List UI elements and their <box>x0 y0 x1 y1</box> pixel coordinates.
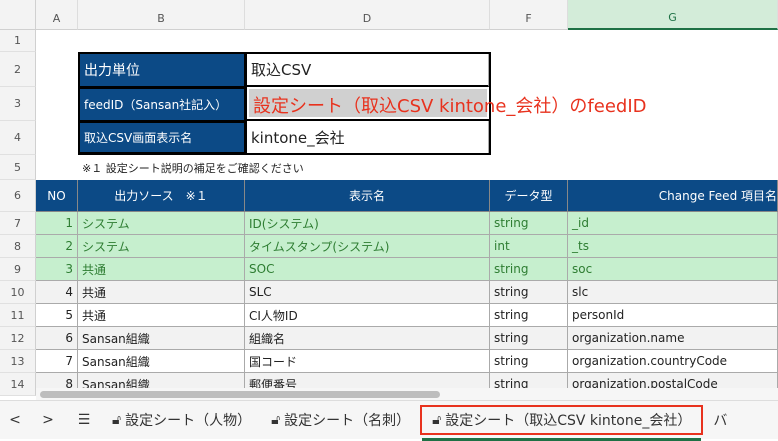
lock-icon: 🔓︎ <box>432 412 442 428</box>
table-cell-display-name[interactable]: ID(システム) <box>245 212 490 235</box>
table-cell-no[interactable]: 5 <box>36 304 78 327</box>
table-cell-data-type[interactable]: string <box>490 212 568 235</box>
column-header-b[interactable]: B <box>78 0 245 30</box>
column-header-g[interactable]: G <box>568 0 778 30</box>
row-header[interactable]: 7 <box>0 212 36 235</box>
table-cell-change-feed[interactable]: organization.name <box>568 327 778 350</box>
table-cell-data-type[interactable]: int <box>490 235 568 258</box>
table-cell-no[interactable]: 3 <box>36 258 78 281</box>
horizontal-scrollbar-thumb[interactable] <box>40 391 440 398</box>
table-cell-change-feed[interactable]: soc <box>568 258 778 281</box>
lock-icon: 🔓︎ <box>271 412 281 428</box>
table-cell-source[interactable]: 共通 <box>78 281 245 304</box>
table-cell-source[interactable]: 共通 <box>78 258 245 281</box>
note-text: ※１ 設定シート説明の補足をご確認ください <box>82 162 304 175</box>
table-cell-change-feed[interactable]: slc <box>568 281 778 304</box>
table-cell-no[interactable]: 6 <box>36 327 78 350</box>
table-cell-data-type[interactable]: string <box>490 258 568 281</box>
info-label-feedid: feedID（Sansan社記入） <box>80 87 245 121</box>
table-header-no: NO <box>36 180 78 212</box>
table-cell-display-name[interactable]: タイムスタンプ(システム) <box>245 235 490 258</box>
row-header[interactable]: 13 <box>0 350 36 373</box>
info-value-feedid-cell[interactable]: 設定シート（取込CSV kintone_会社）のfeedID <box>245 87 647 121</box>
table-cell-data-type[interactable]: string <box>490 327 568 350</box>
row-header[interactable]: 4 <box>0 121 36 155</box>
table-cell-display-name[interactable]: 組織名 <box>245 327 490 350</box>
table-cell-source[interactable]: システム <box>78 212 245 235</box>
sheet-tab-label: バ <box>713 413 728 429</box>
table-cell-data-type[interactable]: string <box>490 304 568 327</box>
table-cell-display-name[interactable]: SOC <box>245 258 490 281</box>
sheet-tab-import-csv-kintone-company[interactable]: 🔓︎ 設定シート（取込CSV kintone_会社） <box>420 405 704 441</box>
row-header[interactable]: 5 <box>0 155 36 180</box>
prev-sheet-button[interactable]: < <box>0 412 30 428</box>
row-header[interactable]: 6 <box>0 180 36 212</box>
column-header-a[interactable]: A <box>36 0 78 30</box>
table-cell-source[interactable]: Sansan組織 <box>78 327 245 350</box>
column-header-f[interactable]: F <box>490 0 568 30</box>
table-header-display-name: 表示名 <box>245 180 490 212</box>
column-header-d[interactable]: D <box>245 0 490 30</box>
horizontal-scrollbar-track[interactable] <box>36 388 778 400</box>
table-cell-change-feed[interactable]: _id <box>568 212 778 235</box>
sheet-tab-person[interactable]: 🔓︎ 設定シート（人物） <box>102 405 261 435</box>
row-header[interactable]: 2 <box>0 52 36 87</box>
table-cell-display-name[interactable]: CI人物ID <box>245 304 490 327</box>
table-cell-data-type[interactable]: string <box>490 350 568 373</box>
sheet-tab-label: 設定シート（人物） <box>125 413 252 429</box>
row-header[interactable]: 1 <box>0 30 36 52</box>
row-header[interactable]: 11 <box>0 304 36 327</box>
row-header[interactable]: 3 <box>0 87 36 121</box>
table-header-change-feed: Change Feed 項目名 <box>568 180 778 212</box>
info-label-display-name: 取込CSV画面表示名 <box>80 121 245 153</box>
info-value-output-unit[interactable]: 取込CSV <box>245 54 489 87</box>
row-header[interactable]: 8 <box>0 235 36 258</box>
table-cell-change-feed[interactable]: personId <box>568 304 778 327</box>
table-cell-no[interactable]: 4 <box>36 281 78 304</box>
table-cell-change-feed[interactable]: organization.countryCode <box>568 350 778 373</box>
table-cell-no[interactable]: 2 <box>36 235 78 258</box>
row-header[interactable]: 10 <box>0 281 36 304</box>
table-cell-source[interactable]: システム <box>78 235 245 258</box>
table-cell-source[interactable]: 共通 <box>78 304 245 327</box>
sheet-tab-label: 設定シート（取込CSV kintone_会社） <box>445 413 692 429</box>
row-header[interactable]: 9 <box>0 258 36 281</box>
sheet-tab-card[interactable]: 🔓︎ 設定シート（名刺） <box>261 405 420 435</box>
select-all-corner[interactable] <box>0 0 36 30</box>
row-header[interactable]: 12 <box>0 327 36 350</box>
sheet-tab-next[interactable]: バ <box>703 405 737 435</box>
table-cell-display-name[interactable]: 国コード <box>245 350 490 373</box>
next-sheet-button[interactable]: > <box>30 412 66 428</box>
table-cell-change-feed[interactable]: _ts <box>568 235 778 258</box>
table-cell-data-type[interactable]: string <box>490 281 568 304</box>
table-cell-no[interactable]: 7 <box>36 350 78 373</box>
info-value-feedid: 設定シート（取込CSV kintone_会社）のfeedID <box>253 96 647 117</box>
sheet-tab-label: 設定シート（名刺） <box>284 413 411 429</box>
table-cell-no[interactable]: 1 <box>36 212 78 235</box>
table-cell-source[interactable]: Sansan組織 <box>78 350 245 373</box>
sheet-tab-bar: < > ☰ 🔓︎ 設定シート（人物） 🔓︎ 設定シート（名刺） 🔓︎ 設定シート（取込… <box>0 400 778 441</box>
sheet-list-button[interactable]: ☰ <box>66 412 102 428</box>
table-header-source: 出力ソース ※１ <box>78 180 245 212</box>
info-value-display-name[interactable]: kintone_会社 <box>245 121 489 153</box>
info-label-output-unit: 出力単位 <box>80 54 245 87</box>
table-cell-display-name[interactable]: SLC <box>245 281 490 304</box>
row-header[interactable]: 14 <box>0 373 36 396</box>
lock-icon: 🔓︎ <box>112 412 122 428</box>
table-header-data-type: データ型 <box>490 180 568 212</box>
